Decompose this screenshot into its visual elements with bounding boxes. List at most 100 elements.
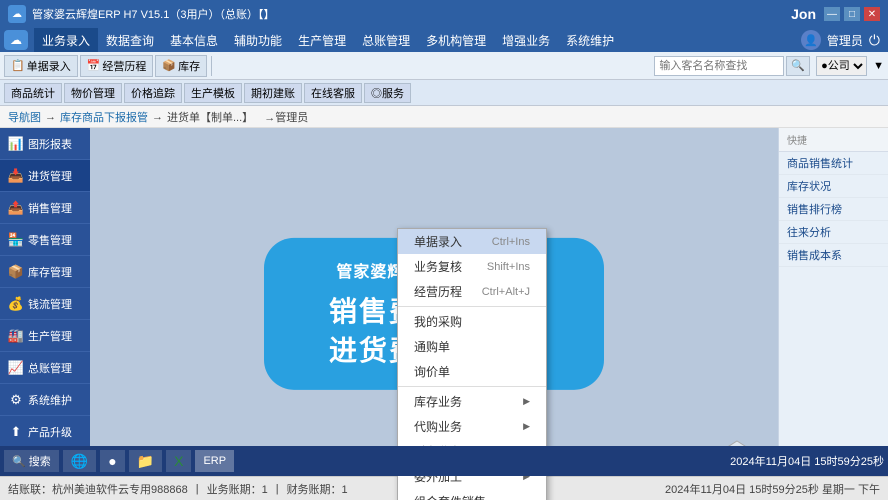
company-info: 结账联：杭州美迪软件云专用988868 <box>8 481 188 497</box>
file-explorer-button[interactable]: 📁 <box>129 450 162 472</box>
breadcrumb-order: 进货单【制单...】 <box>167 109 253 125</box>
sysadmin-icon: ⚙ <box>8 392 24 408</box>
production-icon: 🏭 <box>8 328 24 344</box>
box-icon: 📦 <box>162 59 176 72</box>
taskbar: 🔍 搜索 🌐 ● 📁 X ERP 2024年11月04日 15时59分25秒 <box>0 446 888 476</box>
sidebar-item-production[interactable]: 🏭 生产管理 <box>0 320 90 352</box>
dropdown-item-inventory-ops[interactable]: 库存业务 <box>398 389 546 414</box>
retail-icon: 🏪 <box>8 232 24 248</box>
history-button[interactable]: 📅 经营历程 <box>80 55 154 77</box>
quick-link-sales-cost[interactable]: 销售成本系 <box>779 244 888 267</box>
admin-label: 管理员 <box>827 32 863 49</box>
sidebar-item-upgrade[interactable]: ⬆ 产品升级 <box>0 416 90 448</box>
sidebar: 📊 图形报表 📥 进货管理 📤 销售管理 🏪 零售管理 📦 库存管理 💰 <box>0 128 90 500</box>
init-account-btn[interactable]: 期初建账 <box>244 83 302 103</box>
cashflow-icon: 💰 <box>8 296 24 312</box>
sidebar-item-sysadmin[interactable]: ⚙ 系统维护 <box>0 384 90 416</box>
menu-item-auxiliary[interactable]: 辅助功能 <box>226 28 290 52</box>
sales-icon: 📤 <box>8 200 24 216</box>
dropdown-item-combo-sales[interactable]: 组合套件销售 <box>398 489 546 500</box>
menu-bar: ☁ 业务录入 数据查询 基本信息 辅助功能 生产管理 总账管理 多机构管理 增强… <box>0 28 888 52</box>
toolbar1: 📋 单据录入 📅 经营历程 📦 库存 🔍 ●公司 ▼ <box>0 52 888 80</box>
business-period: 业务账期：1 <box>207 481 268 497</box>
content-area: 单据录入 Ctrl+Ins 业务复核 Shift+Ins 经营历程 Ctrl+A… <box>90 128 778 500</box>
menu-item-business-entry[interactable]: 业务录入 <box>34 28 98 52</box>
start-button[interactable]: 🔍 搜索 <box>4 450 59 472</box>
menu-item-data-query[interactable]: 数据查询 <box>98 28 162 52</box>
edge-button[interactable]: 🌐 <box>63 450 96 472</box>
dropdown-item-inquiry[interactable]: 询价单 <box>398 359 546 384</box>
breadcrumb: 导航图 → 库存商品下报报管 → 进货单【制单...】 →管理员 <box>0 106 888 128</box>
dropdown-item-mypurchase[interactable]: 我的采购 <box>398 309 546 334</box>
price-mgmt-btn[interactable]: 物价管理 <box>64 83 122 103</box>
upgrade-icon: ⬆ <box>8 424 24 440</box>
quick-link-sales-stats[interactable]: 商品销售统计 <box>779 152 888 175</box>
chart-icon: 📊 <box>8 136 24 152</box>
window-controls: — □ ✕ <box>824 7 880 21</box>
quick-link-inventory-status[interactable]: 库存状况 <box>779 175 888 198</box>
title-bar: ☁ 管家婆云辉煌ERP H7 V15.1（3用户）（总账）【】 Jon — □ … <box>0 0 888 28</box>
finance-period: 财务账期：1 <box>287 481 348 497</box>
minimize-button[interactable]: — <box>824 7 840 21</box>
dropdown-item-proxy-purchase[interactable]: 代购业务 <box>398 414 546 439</box>
sidebar-item-sales[interactable]: 📤 销售管理 <box>0 192 90 224</box>
menu-item-production[interactable]: 生产管理 <box>290 28 354 52</box>
sidebar-item-retail[interactable]: 🏪 零售管理 <box>0 224 90 256</box>
time-display: 2024年11月04日 15时59分25秒 <box>730 453 884 469</box>
content-background: 单据录入 Ctrl+Ins 业务复核 Shift+Ins 经营历程 Ctrl+A… <box>90 128 778 500</box>
excel-button[interactable]: X <box>166 450 191 472</box>
right-panel: 快捷 商品销售统计 库存状况 销售排行榜 往来分析 销售成本系 <box>778 128 888 500</box>
app-container: ☁ 管家婆云辉煌ERP H7 V15.1（3用户）（总账）【】 Jon — □ … <box>0 0 888 500</box>
power-icon[interactable]: ⏻ <box>869 32 880 49</box>
stats-btn[interactable]: 商品统计 <box>4 83 62 103</box>
close-button[interactable]: ✕ <box>864 7 880 21</box>
sidebar-item-chart[interactable]: 📊 图形报表 <box>0 128 90 160</box>
dropdown-item-general-purchase[interactable]: 通购单 <box>398 334 546 359</box>
sidebar-item-purchase[interactable]: 📥 进货管理 <box>0 160 90 192</box>
inner-layout: 📊 图形报表 📥 进货管理 📤 销售管理 🏪 零售管理 📦 库存管理 💰 <box>0 128 888 500</box>
status-datetime: 2024年11月04日 15时59分25秒 星期一 下午 <box>665 481 880 497</box>
erp-active-button[interactable]: ERP <box>195 450 234 472</box>
menu-item-sysadmin[interactable]: 系统维护 <box>558 28 622 52</box>
chrome-button[interactable]: ● <box>100 450 124 472</box>
single-entry-button[interactable]: 📋 单据录入 <box>4 55 78 77</box>
separator1 <box>211 56 212 76</box>
user-area: 👤 管理员 ⏻ <box>801 30 884 50</box>
quick-links-header: 快捷 <box>779 128 888 152</box>
company-select[interactable]: ●公司 <box>816 56 867 76</box>
breadcrumb-inventory[interactable]: 库存商品下报报管 <box>60 109 148 125</box>
sidebar-item-ledger[interactable]: 📈 总账管理 <box>0 352 90 384</box>
sidebar-item-inventory[interactable]: 📦 库存管理 <box>0 256 90 288</box>
calendar-icon: 📅 <box>87 59 101 72</box>
quick-link-analysis[interactable]: 往来分析 <box>779 221 888 244</box>
dropdown-item-review[interactable]: 业务复核 Shift+Ins <box>398 254 546 279</box>
search-area: 🔍 ●公司 ▼ <box>654 56 884 76</box>
quick-link-sales-rank[interactable]: 销售排行榜 <box>779 198 888 221</box>
menu-item-multi-org[interactable]: 多机构管理 <box>418 28 494 52</box>
price-track-btn[interactable]: 价格追踪 <box>124 83 182 103</box>
menu-item-enhanced[interactable]: 增强业务 <box>494 28 558 52</box>
doc-icon: 📋 <box>11 59 25 72</box>
user-avatar: 👤 <box>801 30 821 50</box>
search-input[interactable] <box>654 56 784 76</box>
service-btn[interactable]: ◎服务 <box>364 83 411 103</box>
purchase-icon: 📥 <box>8 168 24 184</box>
online-service-btn[interactable]: 在线客服 <box>304 83 362 103</box>
breadcrumb-nav[interactable]: 导航图 <box>8 109 41 125</box>
user-name-label: Jon <box>791 6 816 22</box>
inventory-button[interactable]: 📦 库存 <box>155 55 207 77</box>
separator-2 <box>398 386 546 387</box>
dropdown-item-entry[interactable]: 单据录入 Ctrl+Ins <box>398 229 546 254</box>
search-button[interactable]: 🔍 <box>786 56 810 76</box>
sidebar-item-cashflow[interactable]: 💰 钱流管理 <box>0 288 90 320</box>
ledger-icon: 📈 <box>8 360 24 376</box>
menu-item-ledger[interactable]: 总账管理 <box>354 28 418 52</box>
maximize-button[interactable]: □ <box>844 7 860 21</box>
breadcrumb-manager: →管理员 <box>264 109 308 125</box>
dropdown-item-history[interactable]: 经营历程 Ctrl+Alt+J <box>398 279 546 304</box>
system-tray: 2024年11月04日 15时59分25秒 <box>730 453 884 469</box>
menu-item-basic-info[interactable]: 基本信息 <box>162 28 226 52</box>
dropdown-arrow: ▼ <box>873 60 884 72</box>
toolbar2: 商品统计 物价管理 价格追踪 生产模板 期初建账 在线客服 ◎服务 <box>0 80 888 106</box>
production-template-btn[interactable]: 生产模板 <box>184 83 242 103</box>
